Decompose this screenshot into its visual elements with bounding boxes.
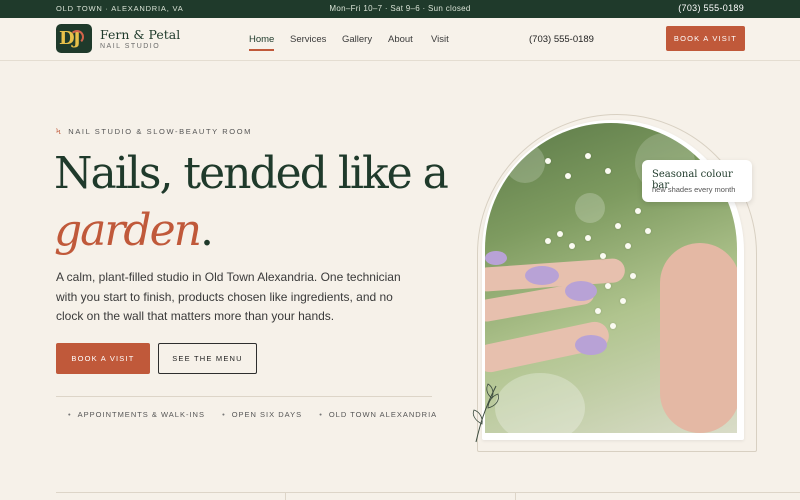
eyebrow-text: NAIL STUDIO & SLOW-BEAUTY ROOM xyxy=(68,127,253,136)
hero-headline-line2: garden. xyxy=(54,205,214,256)
tag-appointments: APPOINTMENTS & WALK-INS xyxy=(68,410,205,419)
headline-accent: garden xyxy=(54,205,202,256)
hero-tags: APPOINTMENTS & WALK-INS OPEN SIX DAYS OL… xyxy=(68,410,451,419)
hero-book-a-visit-button[interactable]: BOOK A VISIT xyxy=(56,343,150,374)
hero-lede: A calm, plant-filled studio in Old Town … xyxy=(56,270,401,323)
nav-about[interactable]: About xyxy=(388,34,413,45)
nav-services[interactable]: Services xyxy=(290,34,326,45)
logo-swirl-icon xyxy=(70,30,84,44)
book-a-visit-button[interactable]: BOOK A VISIT xyxy=(666,26,745,51)
hero-eyebrow: ϟ NAIL STUDIO & SLOW-BEAUTY ROOM xyxy=(56,127,252,136)
brand-logo[interactable]: DJ xyxy=(56,24,92,53)
brand-subtitle: NAIL STUDIO xyxy=(100,43,161,50)
headline-period: . xyxy=(199,205,214,256)
nav-visit[interactable]: Visit xyxy=(431,34,449,45)
top-bar: OLD TOWN · ALEXANDRIA, VA Mon–Fri 10–7 ·… xyxy=(0,0,800,18)
site-header: DJ Fern & Petal NAIL STUDIO Home Service… xyxy=(0,18,800,61)
hero-headline-line1: Nails, tended like a xyxy=(54,148,449,199)
next-section-strip xyxy=(56,492,800,500)
hero-divider xyxy=(56,396,432,397)
leaf-icon: ϟ xyxy=(56,127,63,136)
see-the-menu-button[interactable]: SEE THE MENU xyxy=(158,343,257,374)
tag-location: OLD TOWN ALEXANDRIA xyxy=(319,410,437,419)
brand-name[interactable]: Fern & Petal xyxy=(100,27,180,42)
nav-home[interactable]: Home xyxy=(249,34,275,51)
topbar-phone-link[interactable]: (703) 555-0189 xyxy=(678,3,744,13)
badge-subtitle: new shades every month xyxy=(652,185,736,194)
nav-gallery[interactable]: Gallery xyxy=(342,34,372,45)
tag-open-days: OPEN SIX DAYS xyxy=(222,410,302,419)
botanical-sprig-icon xyxy=(472,383,499,443)
seasonal-colour-bar-badge: Seasonal colour bar new shades every mon… xyxy=(642,160,752,202)
header-phone-link[interactable]: (703) 555-0189 xyxy=(529,34,594,45)
